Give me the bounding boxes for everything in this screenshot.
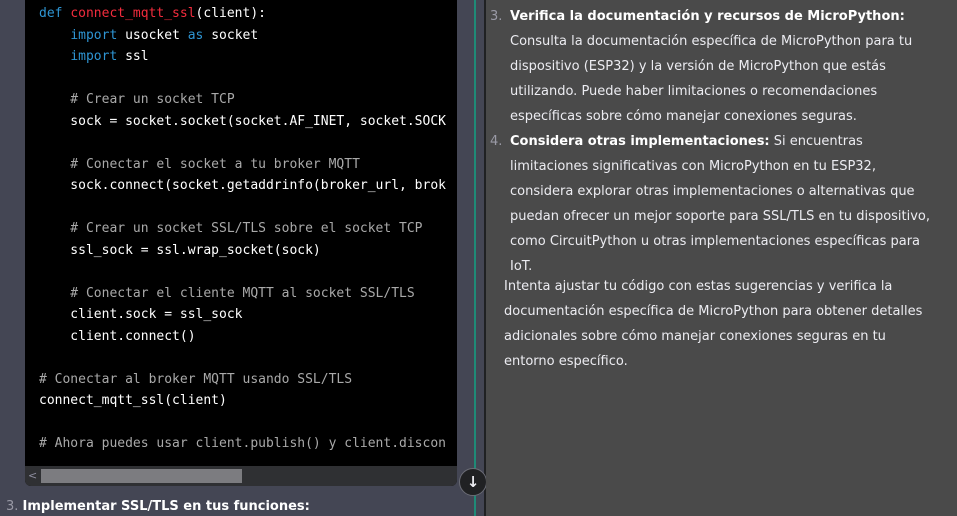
code-line: import usocket as socket bbox=[25, 25, 457, 47]
right-pane: 3. Verifica la documentación y recursos … bbox=[486, 0, 957, 516]
code-token: import bbox=[70, 27, 118, 43]
code-token: connect_mqtt_ssl(client) bbox=[39, 393, 227, 408]
code-token: client.sock = ssl_sock bbox=[39, 307, 243, 322]
code-line: # Conectar al broker MQTT usando SSL/TLS bbox=[25, 369, 457, 391]
code-token: client.connect() bbox=[39, 328, 196, 344]
code-token: socket bbox=[203, 27, 259, 43]
list-item-verifica: 3. Verifica la documentación y recursos … bbox=[490, 4, 940, 129]
code-token: ssl bbox=[117, 49, 149, 64]
list-item-title: Implementar SSL/TLS en tus funciones: bbox=[22, 499, 310, 514]
scroll-left-arrow-icon[interactable]: < bbox=[28, 469, 37, 483]
code-token: connect_mqtt_ssl bbox=[70, 6, 196, 21]
list-number: 4. bbox=[490, 134, 503, 149]
list-item-implementar: 3. Implementar SSL/TLS en tus funciones: bbox=[6, 498, 310, 516]
code-token: # Crear un socket TCP bbox=[39, 92, 235, 107]
scroll-down-button[interactable]: ↓ bbox=[459, 468, 487, 496]
code-line: # Crear un socket TCP bbox=[25, 89, 457, 111]
list-item-considera: 4. Considera otras implementaciones: Si … bbox=[490, 129, 940, 279]
pane-divider-accent bbox=[474, 0, 476, 516]
list-number: 3. bbox=[6, 499, 19, 514]
code-token: sock.connect(socket.getaddrinfo(broker_u… bbox=[39, 178, 446, 193]
code-token: # Conectar al broker MQTT usando SSL/TLS bbox=[39, 371, 353, 387]
code-token: # Crear un socket SSL/TLS sobre el socke… bbox=[39, 221, 423, 236]
list-number: 3. bbox=[490, 9, 503, 24]
code-line: connect_mqtt_ssl(client) bbox=[25, 390, 457, 412]
code-line: # Ahora puedes usar client.publish() y c… bbox=[25, 433, 457, 455]
code-token: def bbox=[39, 6, 71, 21]
code-content[interactable]: def connect_mqtt_ssl(client): import uso… bbox=[25, 0, 457, 469]
code-token: as bbox=[187, 27, 204, 43]
code-token: (client): bbox=[195, 6, 266, 21]
code-line: # Conectar el cliente MQTT al socket SSL… bbox=[25, 283, 457, 305]
code-block: def connect_mqtt_ssl(client): import uso… bbox=[25, 0, 457, 486]
code-line: # Crear un socket SSL/TLS sobre el socke… bbox=[25, 218, 457, 240]
code-token: import bbox=[70, 49, 118, 64]
code-token: sock = socket.socket(socket.AF_INET, soc… bbox=[39, 113, 446, 129]
list-item-title: Verifica la documentación y recursos de … bbox=[510, 9, 905, 24]
code-line: # Conectar el socket a tu broker MQTT bbox=[25, 154, 457, 176]
code-line: def connect_mqtt_ssl(client): bbox=[25, 3, 457, 25]
code-token: ssl_sock = ssl.wrap_socket(sock) bbox=[39, 242, 321, 258]
code-line: client.sock = ssl_sock bbox=[25, 304, 457, 326]
code-token: usocket bbox=[117, 27, 188, 43]
code-line: ssl_sock = ssl.wrap_socket(sock) bbox=[25, 240, 457, 262]
arrow-down-icon: ↓ bbox=[466, 473, 480, 491]
closing-paragraph: Intenta ajustar tu código con estas suge… bbox=[504, 279, 923, 369]
code-token: # Conectar el cliente MQTT al socket SSL… bbox=[39, 285, 415, 301]
code-line: import ssl bbox=[25, 46, 457, 68]
scrollbar-thumb[interactable] bbox=[41, 469, 242, 483]
list-item-title: Considera otras implementaciones: bbox=[510, 134, 770, 149]
list-item-body: Si encuentras limitaciones significativa… bbox=[510, 134, 931, 274]
code-line: sock = socket.socket(socket.AF_INET, soc… bbox=[25, 111, 457, 133]
left-pane: def connect_mqtt_ssl(client): import uso… bbox=[0, 0, 483, 516]
code-token: # Conectar el socket a tu broker MQTT bbox=[39, 156, 360, 172]
code-token: # Ahora puedes usar client.publish() y c… bbox=[39, 436, 446, 451]
code-line: sock.connect(socket.getaddrinfo(broker_u… bbox=[25, 175, 457, 197]
list-item-body: Consulta la documentación específica de … bbox=[510, 34, 913, 124]
horizontal-scrollbar[interactable]: < bbox=[25, 466, 457, 486]
code-line: client.connect() bbox=[25, 326, 457, 348]
